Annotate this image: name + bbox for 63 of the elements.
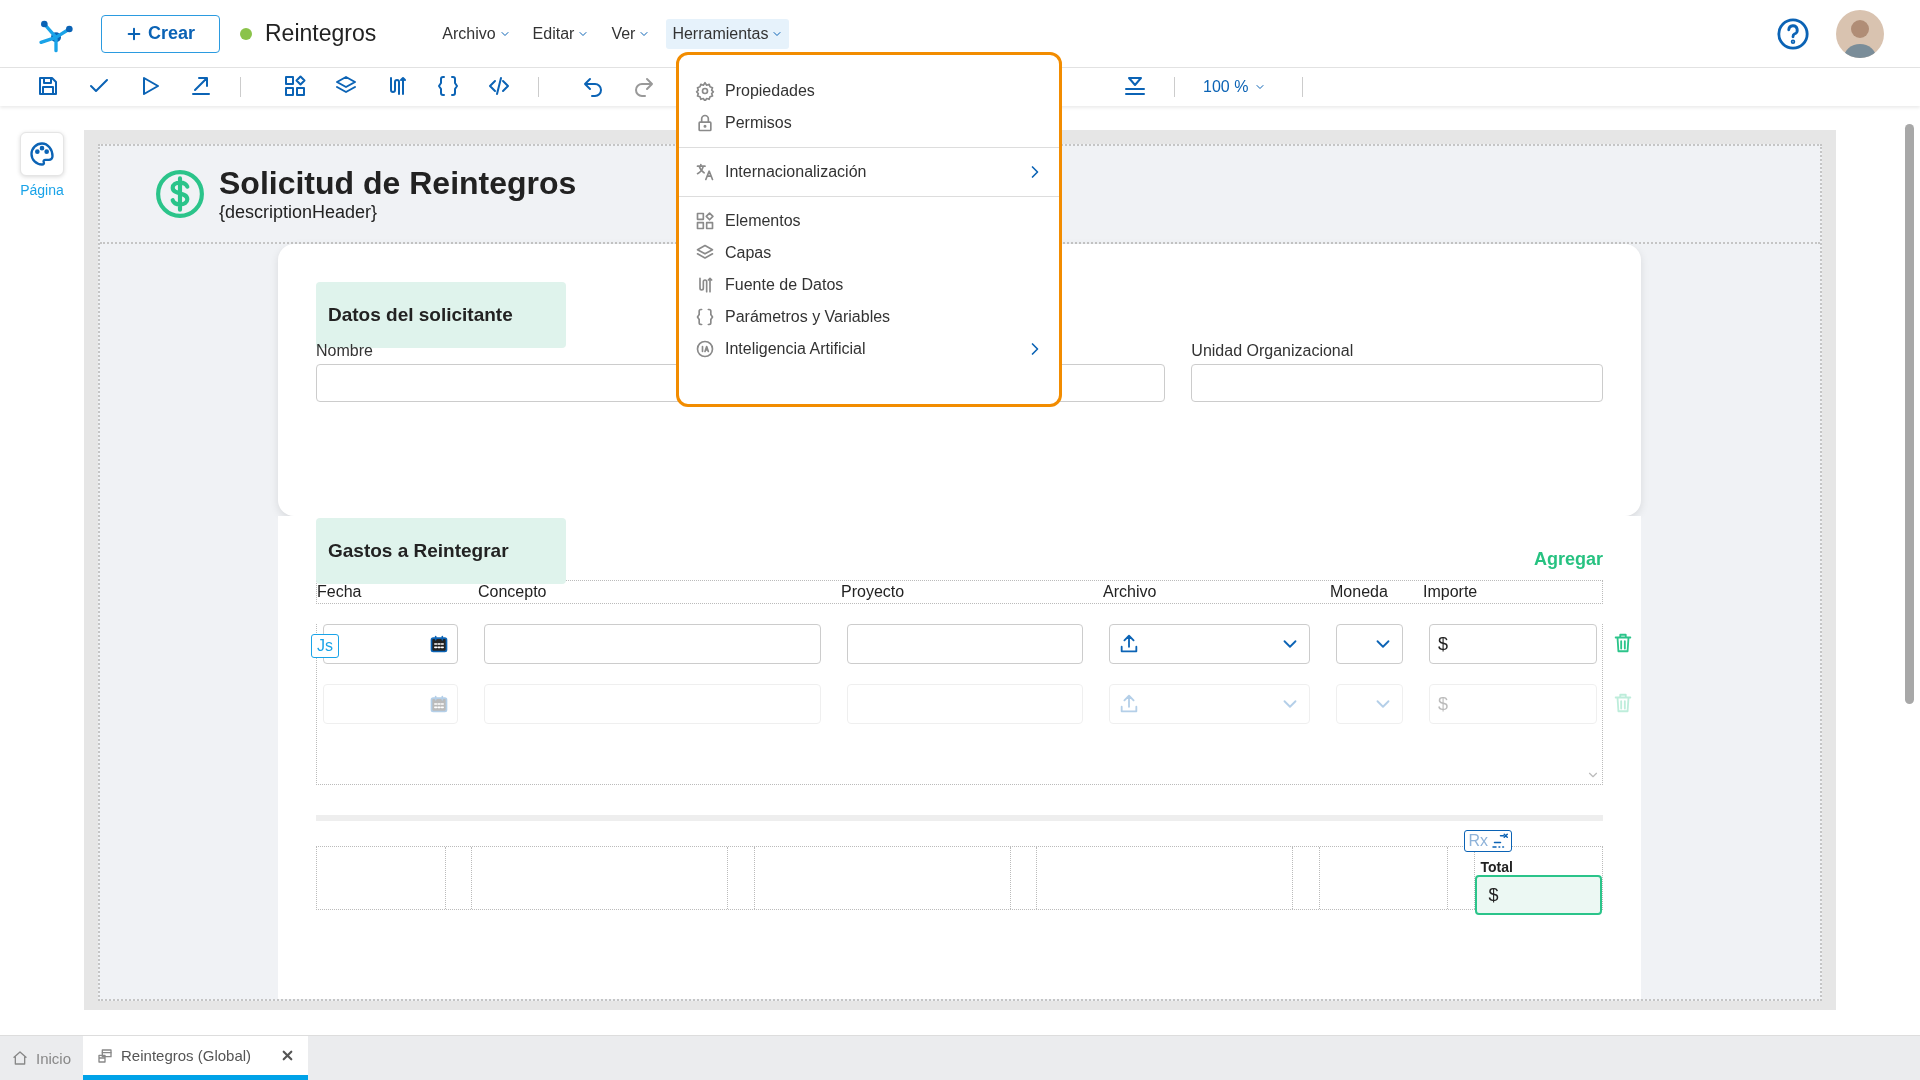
formula-icon [1490, 832, 1508, 850]
braces-icon [436, 74, 460, 98]
menu-item[interactable]: Inteligencia Artificial [679, 333, 1059, 365]
menu-item[interactable]: Herramientas [666, 18, 790, 49]
save-icon [36, 74, 60, 98]
menu-item[interactable]: Permisos [679, 107, 1059, 139]
braces-icon [695, 307, 715, 327]
column-header: Moneda [1330, 583, 1389, 601]
amount-field[interactable]: $ [1429, 624, 1597, 664]
tab[interactable]: Reintegros (Global) [83, 1036, 309, 1080]
menu-item[interactable]: Propiedades [679, 75, 1059, 107]
elements-icon [695, 211, 715, 231]
create-button[interactable]: Crear [101, 14, 220, 53]
code-icon [487, 74, 511, 98]
menu-item[interactable]: Elementos [679, 205, 1059, 237]
menu-item[interactable]: Capas [679, 237, 1059, 269]
column-header: Concepto [478, 583, 548, 601]
column-header: Fecha [317, 583, 363, 601]
input-field[interactable] [847, 624, 1083, 664]
scrollbar-thumb[interactable] [1905, 124, 1914, 704]
form-description: {descriptionHeader} [219, 202, 379, 223]
palette-icon [28, 140, 56, 168]
menu-item[interactable]: Fuente de Datos [679, 269, 1059, 301]
form-icon [97, 1047, 114, 1064]
page-label: Página [20, 182, 64, 198]
column-header: Importe [1423, 583, 1479, 601]
help-icon [1776, 16, 1810, 51]
lock-icon [695, 113, 715, 133]
dollar-circle-icon [155, 169, 205, 219]
align-icon [1123, 74, 1147, 98]
translate-icon [695, 162, 715, 182]
menu-item[interactable]: Parámetros y Variables [679, 301, 1059, 333]
column-header: Archivo [1103, 583, 1158, 601]
input-field[interactable] [1191, 364, 1603, 402]
total-field[interactable]: $ [1474, 875, 1602, 915]
page-button[interactable] [20, 132, 64, 176]
form-title: Solicitud de Reintegros [219, 165, 577, 202]
upload-icon [1118, 633, 1140, 655]
ai-icon [695, 339, 715, 359]
zoom-dropdown[interactable]: 100 % [1197, 77, 1273, 97]
gear-icon [695, 81, 715, 101]
elements-icon [283, 74, 307, 98]
field-label: Unidad Organizacional [1191, 342, 1354, 361]
status-dot [240, 27, 252, 40]
section-title: Gastos a Reintegrar [316, 518, 566, 584]
input-field[interactable] [484, 624, 821, 664]
trash-icon [1612, 692, 1634, 714]
menu-item[interactable]: Editar [526, 18, 596, 49]
menu-item[interactable]: Internacionalización [679, 156, 1059, 188]
calendar-icon [429, 634, 449, 654]
document-title: Reintegros [265, 20, 377, 47]
export-icon [189, 74, 213, 98]
avatar[interactable] [1836, 9, 1884, 58]
home-icon [12, 1050, 28, 1066]
upload-icon [1118, 693, 1140, 715]
menu-item[interactable]: Archivo [436, 18, 517, 49]
plus-icon [126, 25, 142, 42]
total-label: Total [1480, 859, 1514, 875]
calendar-icon [429, 694, 449, 714]
trash-icon [1612, 632, 1634, 654]
menu-item[interactable]: Ver [605, 18, 657, 49]
column-header: Proyecto [841, 583, 906, 601]
close-icon [281, 1049, 295, 1062]
